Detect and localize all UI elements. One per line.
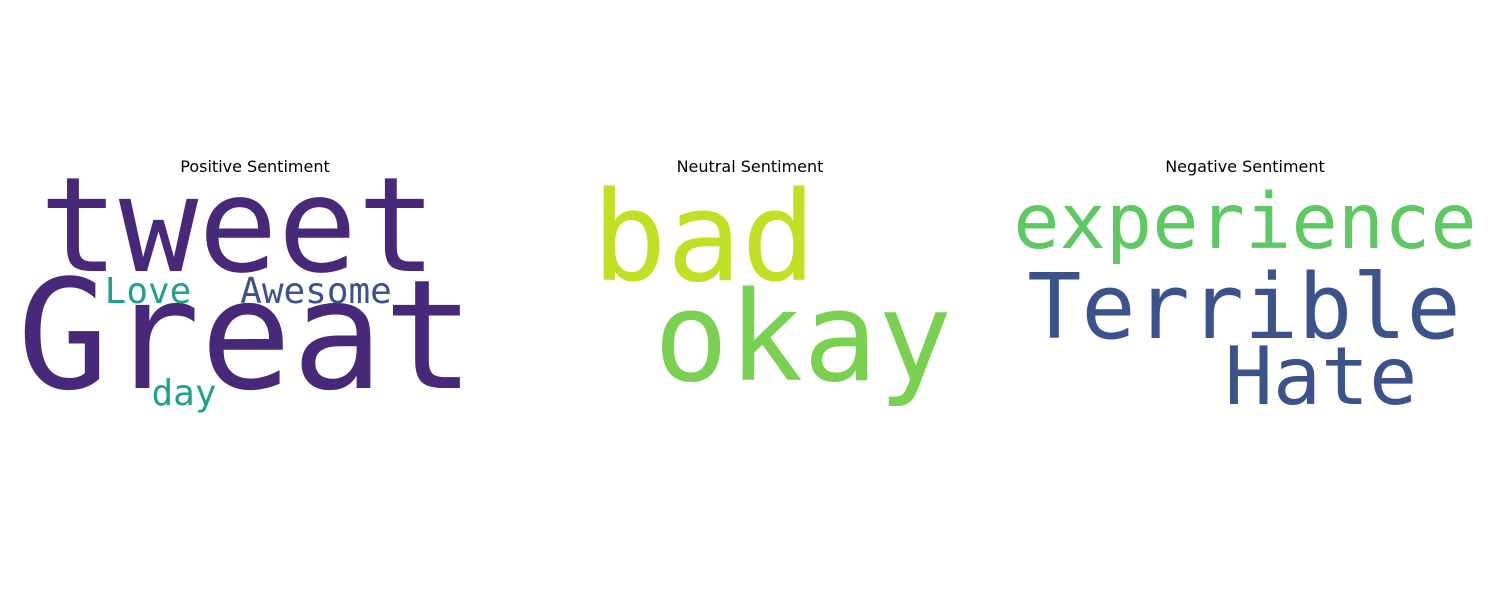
word-awesome: Awesome xyxy=(240,271,392,312)
word-okay: okay xyxy=(654,266,953,410)
negative-panel: Negative Sentiment experience Terrible H… xyxy=(1013,157,1477,423)
word-experience: experience xyxy=(1013,178,1477,267)
positive-panel: Positive Sentiment tweet Great Love Awes… xyxy=(17,149,475,424)
word-hate: Hate xyxy=(1225,330,1418,423)
word-love: Love xyxy=(105,271,192,312)
wordcloud-figure: Positive Sentiment tweet Great Love Awes… xyxy=(17,149,1477,424)
word-day: day xyxy=(151,373,216,414)
negative-panel-title: Negative Sentiment xyxy=(1165,157,1325,176)
neutral-panel: Neutral Sentiment bad okay xyxy=(592,157,952,410)
